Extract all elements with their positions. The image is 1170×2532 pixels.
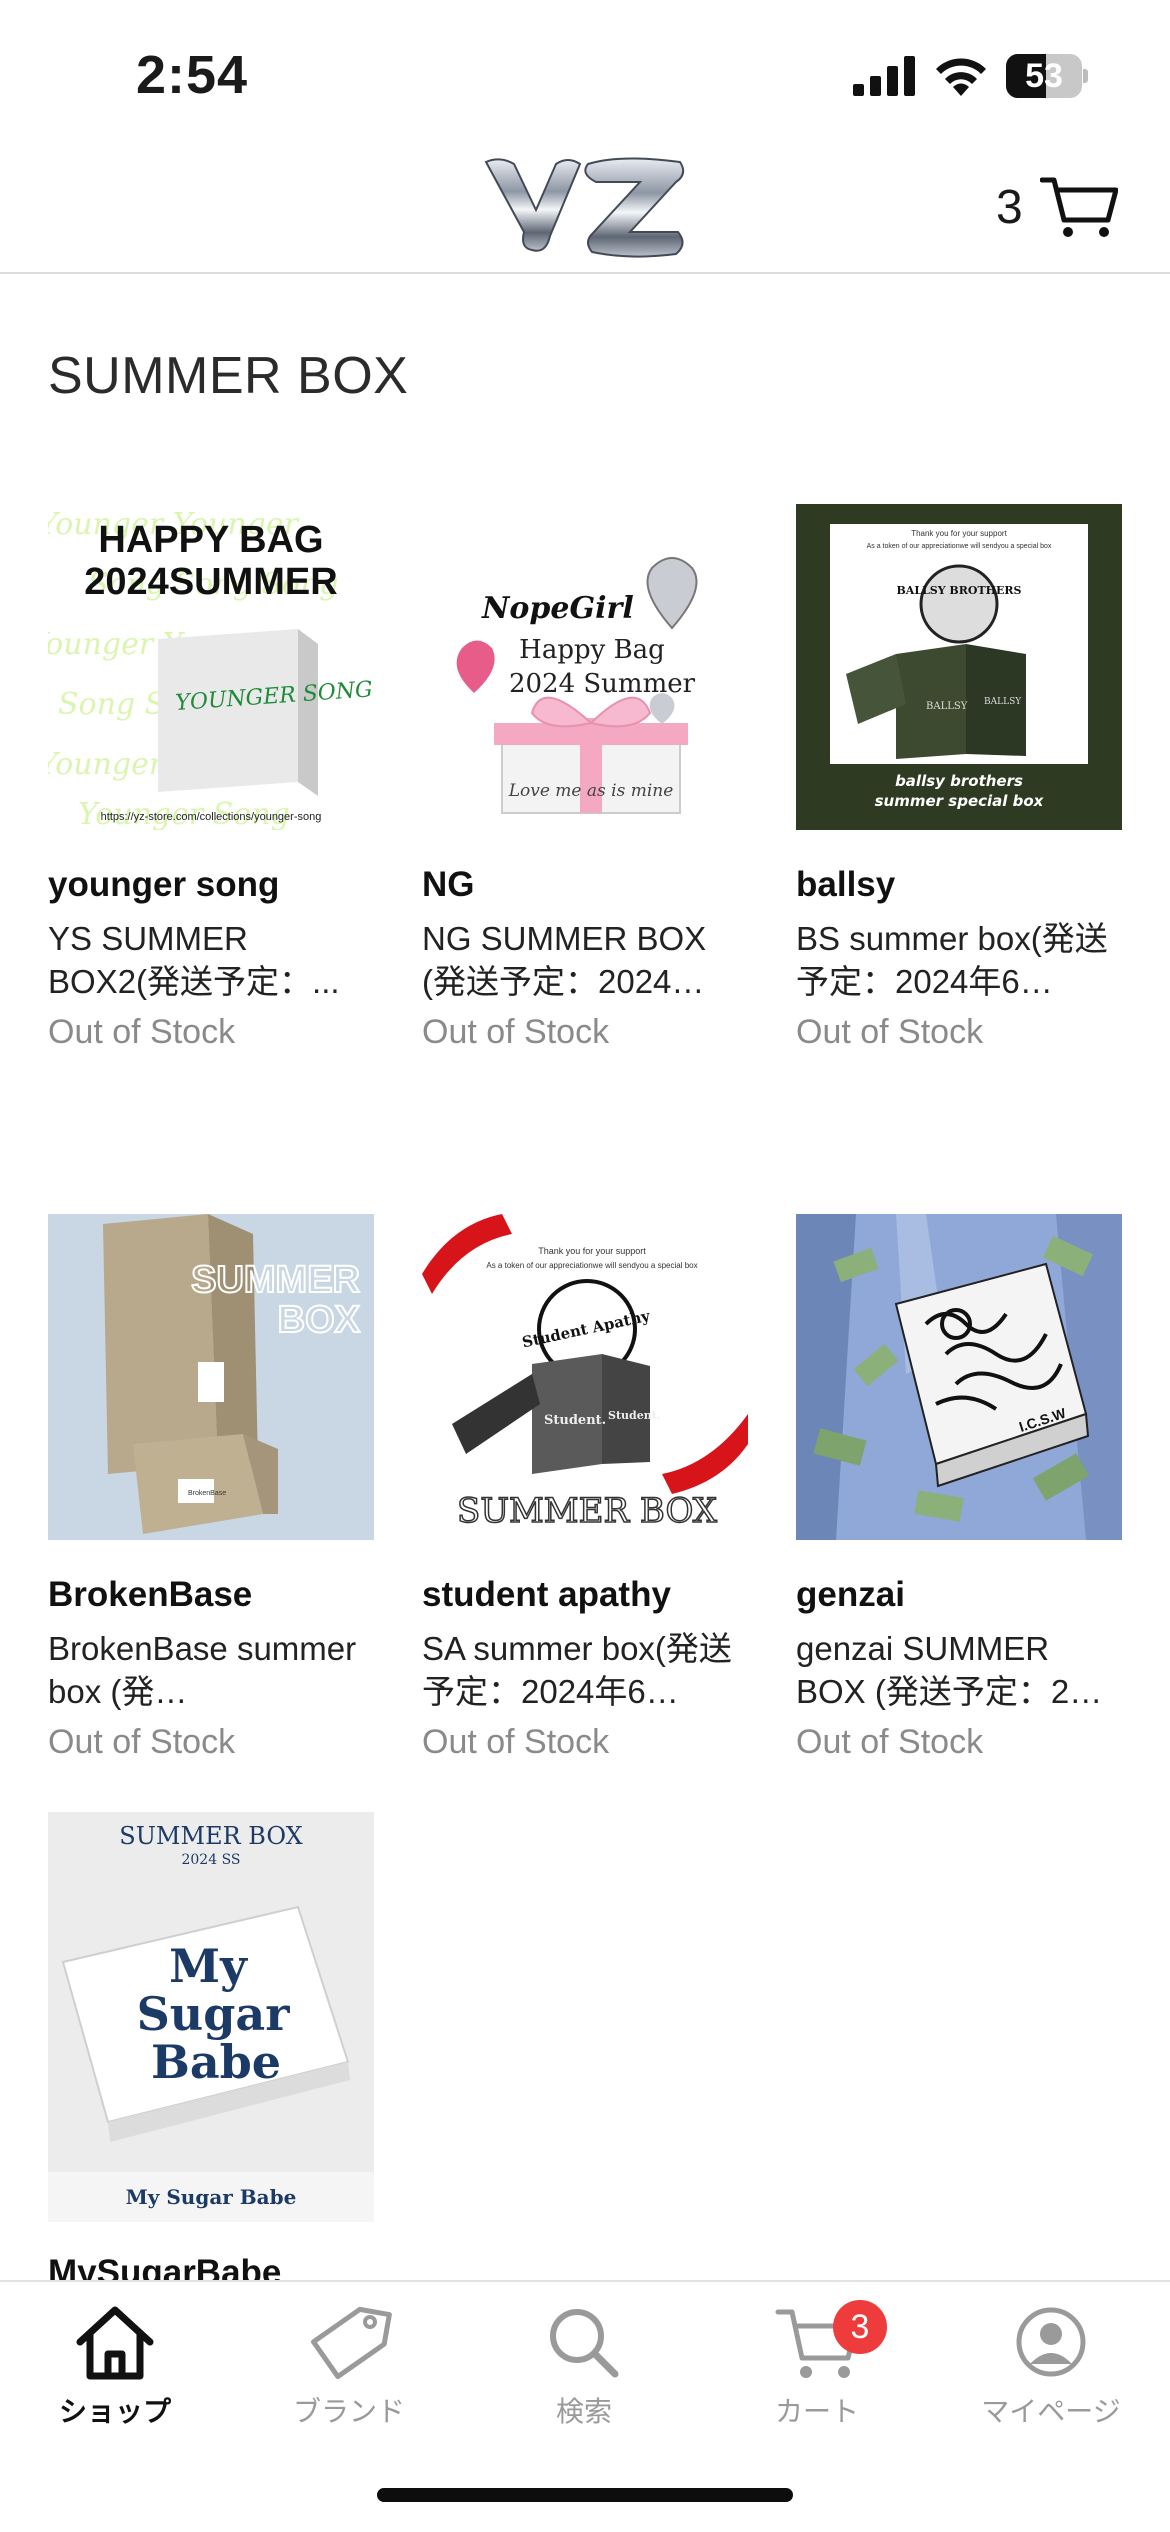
stock-status: Out of Stock bbox=[48, 1013, 236, 1051]
image-token: As a token of our appreciationwe will se… bbox=[486, 1261, 697, 1270]
product-name: YS SUMMER BOX2(発送予定：... bbox=[48, 920, 340, 1000]
product-image[interactable]: I.C.S.W bbox=[796, 1214, 1122, 1540]
product-image[interactable]: SUMMER BOX 2024 SS My Sugar Babe My Suga… bbox=[48, 1812, 374, 2222]
product-card[interactable]: Younger Younger Song Song Song Younger Y… bbox=[28, 504, 374, 1052]
app-header: 3 bbox=[0, 140, 1170, 274]
product-image[interactable]: Younger Younger Song Song Song Younger Y… bbox=[28, 504, 374, 832]
image-season: 2024 SS bbox=[181, 1852, 240, 1868]
stock-status: Out of Stock bbox=[796, 1723, 984, 1761]
product-card[interactable]: Thank you for your support As a token of… bbox=[796, 504, 1122, 1052]
image-line-1: Happy Bag bbox=[519, 635, 665, 665]
wifi-icon bbox=[936, 58, 986, 96]
home-icon bbox=[76, 2306, 154, 2380]
image-line-2: 2024 Summer bbox=[509, 669, 696, 699]
tab-label: マイページ bbox=[981, 2396, 1121, 2427]
image-title: SUMMER BOX bbox=[119, 1822, 302, 1850]
image-tagline: Love me as is mine bbox=[508, 781, 674, 801]
product-brand: ballsy bbox=[796, 865, 896, 904]
page-title: SUMMER BOX bbox=[48, 347, 409, 405]
image-caption-2: summer special box bbox=[875, 792, 1045, 810]
tab-cart[interactable]: 3 カート bbox=[717, 2300, 917, 2430]
search-icon bbox=[550, 2309, 619, 2378]
image-logo: NopeGirl bbox=[481, 591, 634, 626]
tab-search[interactable]: 検索 bbox=[484, 2302, 684, 2430]
image-headline-2: 2024SUMMER bbox=[84, 561, 337, 603]
image-caption-1: ballsy brothers bbox=[895, 772, 1023, 790]
product-card[interactable]: Thank you for your support As a token of… bbox=[422, 1214, 748, 1762]
image-box-label: BrokenBase bbox=[188, 1490, 226, 1497]
image-thanks: Thank you for your support bbox=[911, 529, 1007, 538]
product-image[interactable]: NopeGirl Happy Bag 2024 Summer Love me a… bbox=[422, 528, 748, 830]
product-brand: NG bbox=[422, 865, 475, 904]
header-cart-count: 3 bbox=[996, 181, 1023, 234]
product-image[interactable]: BrokenBase SUMMER BOX bbox=[48, 1214, 374, 1540]
stock-status: Out of Stock bbox=[422, 1013, 610, 1051]
product-card[interactable]: NopeGirl Happy Bag 2024 Summer Love me a… bbox=[422, 528, 748, 1052]
product-image[interactable]: Thank you for your support As a token of… bbox=[422, 1214, 748, 1540]
tab-label: ショップ bbox=[58, 2396, 171, 2427]
tab-label: カート bbox=[774, 2396, 859, 2427]
cellular-signal-icon bbox=[853, 56, 915, 96]
tab-label: ブランド bbox=[292, 2396, 405, 2427]
image-url: https://yz-store.com/collections/younger… bbox=[101, 811, 322, 823]
product-name: NG SUMMER BOX (発送予定：2024… bbox=[422, 920, 707, 1000]
image-line-2: BOX bbox=[278, 1299, 361, 1341]
image-footer: My Sugar Babe bbox=[126, 2185, 297, 2209]
svg-text:Student.: Student. bbox=[544, 1413, 606, 1428]
status-bar: 2:54 53 bbox=[0, 0, 1170, 140]
product-brand: BrokenBase bbox=[48, 1575, 253, 1614]
image-logo-1: My bbox=[169, 1939, 248, 1993]
product-name: genzai SUMMER BOX (発送予定：2… bbox=[796, 1630, 1103, 1710]
stock-status: Out of Stock bbox=[48, 1723, 236, 1761]
image-logo: BALLSY BROTHERS bbox=[897, 584, 1022, 597]
product-name: SA summer box(発送予定：2024年6… bbox=[422, 1630, 732, 1710]
screen: 2:54 53 3 SUMMER BOX Younger Younger Son… bbox=[0, 0, 1170, 2532]
svg-text:Student.: Student. bbox=[608, 1409, 661, 1422]
tab-label: 検索 bbox=[555, 2396, 612, 2427]
product-brand: student apathy bbox=[422, 1575, 671, 1614]
image-logo-3: Babe bbox=[151, 2035, 281, 2089]
product-card[interactable]: BrokenBase SUMMER BOX BrokenBase BrokenB… bbox=[48, 1214, 374, 1762]
battery-level: 53 bbox=[1025, 57, 1063, 95]
product-card[interactable]: I.C.S.W genzai genzai SUMMER BOX (発送予定：2… bbox=[796, 1214, 1122, 1762]
product-brand: genzai bbox=[796, 1575, 905, 1614]
cart-badge: 3 bbox=[833, 2300, 887, 2354]
user-icon bbox=[1016, 2307, 1086, 2377]
tab-mypage[interactable]: マイページ bbox=[951, 2302, 1151, 2430]
tab-brand[interactable]: ブランド bbox=[249, 2302, 449, 2430]
image-caption: SUMMER BOX bbox=[457, 1491, 718, 1531]
image-line-1: SUMMER bbox=[191, 1259, 360, 1301]
status-time: 2:54 bbox=[136, 45, 249, 105]
product-image[interactable]: Thank you for your support As a token of… bbox=[796, 504, 1122, 830]
stock-status: Out of Stock bbox=[796, 1013, 984, 1051]
image-logo-2: Sugar bbox=[137, 1987, 291, 2041]
svg-text:BALLSY: BALLSY bbox=[926, 701, 968, 712]
product-name: BrokenBase summer box (発… bbox=[48, 1630, 357, 1710]
home-indicator bbox=[377, 2488, 793, 2502]
image-token: As a token of our appreciationwe will se… bbox=[867, 543, 1052, 550]
product-card[interactable]: SUMMER BOX 2024 SS My Sugar Babe My Suga… bbox=[48, 1812, 374, 2293]
tab-shop[interactable]: ショップ bbox=[15, 2302, 215, 2430]
image-headline-1: HAPPY BAG bbox=[98, 519, 323, 561]
product-brand: younger song bbox=[48, 865, 280, 904]
battery-indicator: 53 bbox=[1006, 54, 1088, 98]
image-thanks: Thank you for your support bbox=[538, 1246, 646, 1256]
stock-status: Out of Stock bbox=[422, 1723, 610, 1761]
tag-icon bbox=[310, 2306, 392, 2380]
svg-text:BALLSY: BALLSY bbox=[984, 697, 1022, 707]
yz-logo[interactable] bbox=[480, 152, 692, 260]
cart-icon[interactable] bbox=[1040, 174, 1118, 240]
product-name: BS summer box(発送予定：2024年6… bbox=[796, 920, 1108, 1000]
